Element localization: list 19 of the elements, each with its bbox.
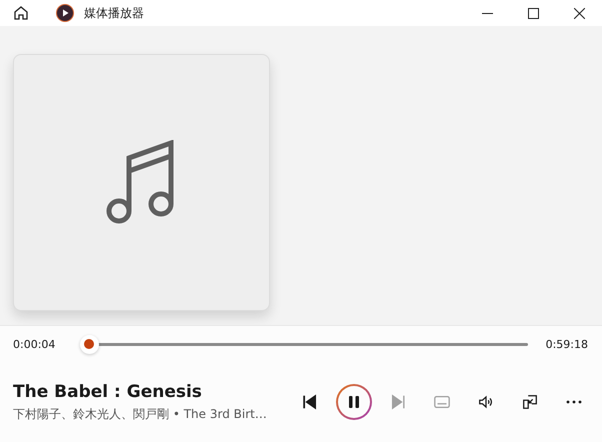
close-icon xyxy=(574,8,584,18)
app-logo-icon xyxy=(56,4,74,22)
home-icon xyxy=(13,5,29,21)
pause-button[interactable] xyxy=(336,384,372,420)
captions-icon xyxy=(433,393,451,411)
more-icon xyxy=(566,400,582,404)
track-title: The Babel : Genesis xyxy=(13,382,203,402)
next-icon xyxy=(389,393,407,411)
seek-bar[interactable] xyxy=(79,334,528,354)
maximize-icon xyxy=(528,8,538,18)
seek-thumb[interactable] xyxy=(80,334,99,354)
track-artists: 下村陽子、鈴木光人、関戸剛 • The 3rd Birt… xyxy=(13,406,268,422)
elapsed-time: 0:00:04 xyxy=(13,338,56,350)
window-title: 媒体播放器 xyxy=(84,4,144,22)
previous-icon xyxy=(301,393,319,411)
volume-icon xyxy=(477,393,495,411)
pause-icon xyxy=(347,395,361,409)
total-time: 0:59:18 xyxy=(544,338,588,350)
miniplayer-icon xyxy=(521,393,539,411)
